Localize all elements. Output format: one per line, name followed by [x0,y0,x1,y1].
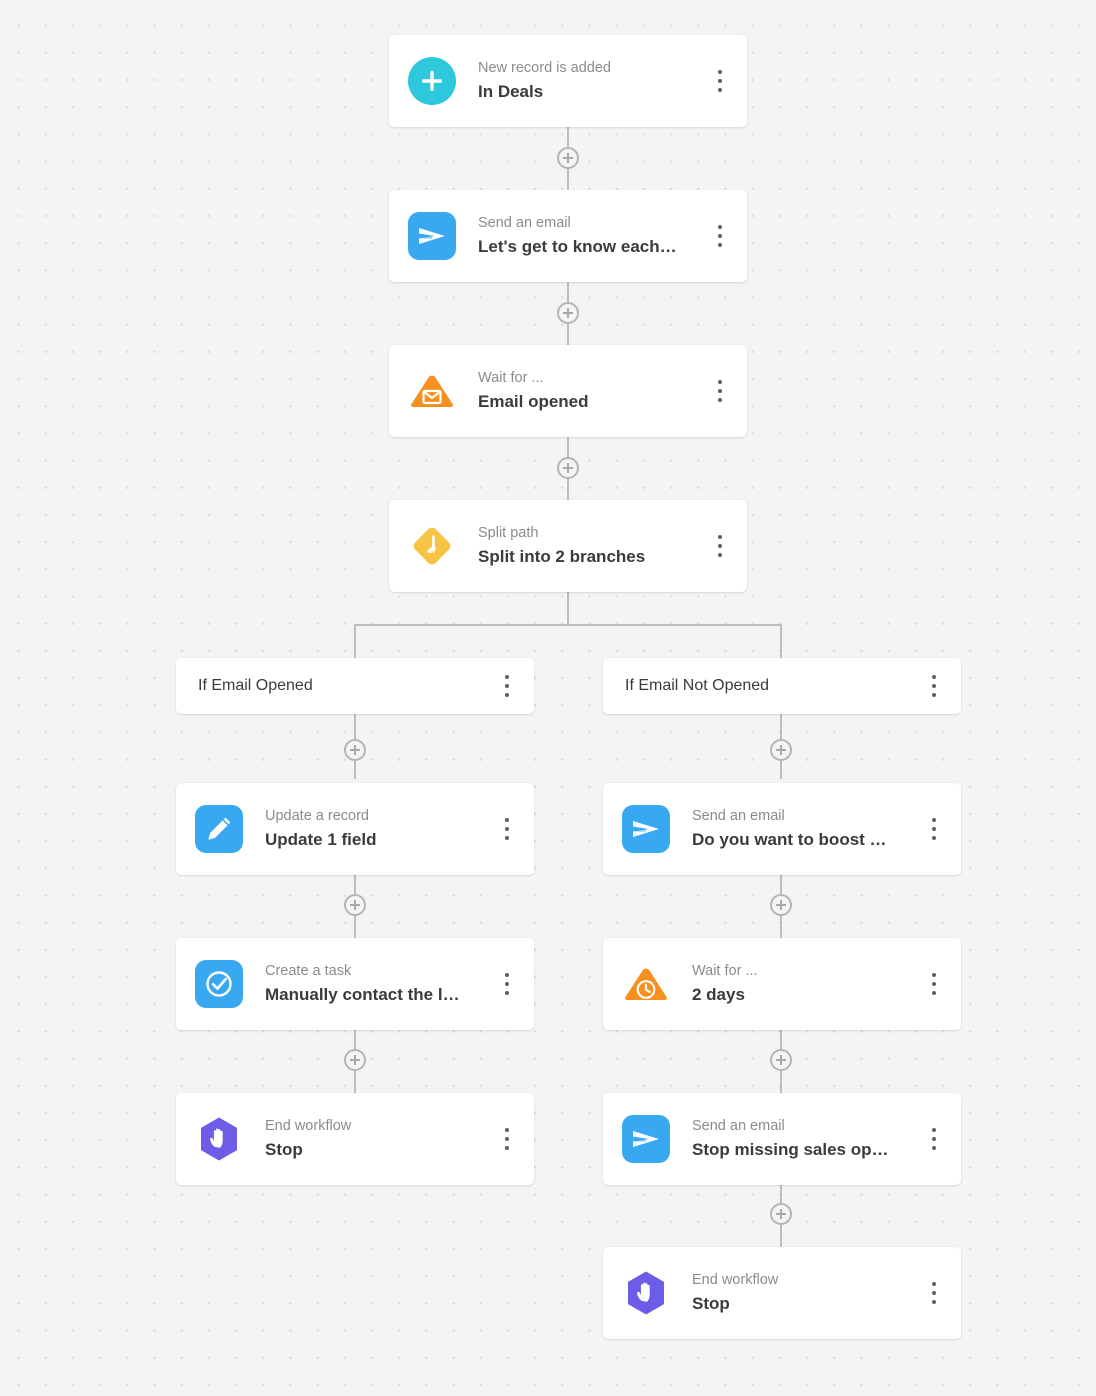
node-title: Update 1 field [265,830,377,850]
add-step-button-3[interactable] [557,457,579,479]
node-title: Do you want to boost … [692,830,887,850]
envelope-triangle-icon [408,367,456,415]
send-email-icon [622,805,670,853]
node-menu-icon[interactable] [494,813,520,845]
plus-circle-icon [408,57,456,105]
connector-split-to-left-branch [354,624,356,659]
add-step-button-right-4[interactable] [770,1203,792,1225]
stop-hand-icon [622,1269,670,1317]
node-text-block: End workflow Stop [265,1117,494,1160]
node-menu-icon[interactable] [921,1123,947,1155]
node-title: Manually contact the l… [265,985,460,1005]
node-text-block: End workflow Stop [692,1271,921,1314]
node-subtitle: Create a task [265,963,352,980]
workflow-node-send-email-3[interactable]: Send an email Stop missing sales op… [603,1093,961,1185]
node-title: Split into 2 branches [478,547,646,567]
add-step-button-left-2[interactable] [344,894,366,916]
node-menu-icon[interactable] [921,1277,947,1309]
workflow-node-wait-email-opened[interactable]: Wait for ... Email opened [389,345,747,437]
node-text-block: Send an email Do you want to boost … [692,807,921,850]
workflow-node-split-path[interactable]: Split path Split into 2 branches [389,500,747,592]
node-text-block: Send an email Stop missing sales op… [692,1117,921,1160]
node-title: Email opened [478,392,589,412]
node-menu-icon[interactable] [921,968,947,1000]
branch-text-block: If Email Not Opened [625,676,921,695]
node-text-block: Create a task Manually contact the l… [265,962,494,1005]
node-title: Stop missing sales op… [692,1140,889,1160]
node-text-block: Send an email Let's get to know each… [478,214,707,257]
node-menu-icon[interactable] [494,1123,520,1155]
node-subtitle: Send an email [478,215,571,232]
pencil-icon [195,805,243,853]
node-menu-icon[interactable] [494,968,520,1000]
branch-menu-icon[interactable] [921,670,947,702]
connector-split-stem [567,592,569,625]
add-step-button-left-3[interactable] [344,1049,366,1071]
node-title: 2 days [692,985,745,1005]
add-step-button-right-2[interactable] [770,894,792,916]
clock-triangle-icon [622,960,670,1008]
workflow-node-create-task[interactable]: Create a task Manually contact the l… [176,938,534,1030]
add-step-button-right-3[interactable] [770,1049,792,1071]
node-subtitle: Wait for ... [478,370,544,387]
workflow-node-end-right[interactable]: End workflow Stop [603,1247,961,1339]
branch-title: If Email Not Opened [625,677,770,695]
send-email-icon [622,1115,670,1163]
add-step-button-1[interactable] [557,147,579,169]
node-text-block: Wait for ... Email opened [478,369,707,412]
workflow-node-send-email-1[interactable]: Send an email Let's get to know each… [389,190,747,282]
workflow-canvas: New record is added In Deals Send an ema… [0,0,1096,1396]
workflow-node-trigger[interactable]: New record is added In Deals [389,35,747,127]
node-subtitle: End workflow [692,1272,779,1289]
workflow-node-wait-2-days[interactable]: Wait for ... 2 days [603,938,961,1030]
node-text-block: Split path Split into 2 branches [478,524,707,567]
node-title: Let's get to know each… [478,237,677,257]
node-subtitle: Update a record [265,808,369,825]
node-subtitle: New record is added [478,60,611,77]
workflow-node-send-email-2[interactable]: Send an email Do you want to boost … [603,783,961,875]
workflow-node-update-record[interactable]: Update a record Update 1 field [176,783,534,875]
connector-split-to-right-branch [780,624,782,659]
node-text-block: Wait for ... 2 days [692,962,921,1005]
workflow-branch-if-email-opened[interactable]: If Email Opened [176,658,534,714]
node-menu-icon[interactable] [921,813,947,845]
add-step-button-left-1[interactable] [344,739,366,761]
node-subtitle: Wait for ... [692,963,758,980]
node-text-block: New record is added In Deals [478,59,707,102]
node-subtitle: End workflow [265,1118,352,1135]
node-menu-icon[interactable] [707,220,733,252]
node-subtitle: Send an email [692,808,785,825]
split-path-icon [408,522,456,570]
branch-menu-icon[interactable] [494,670,520,702]
node-title: Stop [265,1140,303,1160]
workflow-node-end-left[interactable]: End workflow Stop [176,1093,534,1185]
check-circle-icon [195,960,243,1008]
branch-title: If Email Opened [198,677,313,695]
node-subtitle: Send an email [692,1118,785,1135]
node-menu-icon[interactable] [707,530,733,562]
connector-split-crossbar [354,624,782,626]
stop-hand-icon [195,1115,243,1163]
add-step-button-right-1[interactable] [770,739,792,761]
node-title: In Deals [478,82,544,102]
send-email-icon [408,212,456,260]
node-menu-icon[interactable] [707,65,733,97]
node-text-block: Update a record Update 1 field [265,807,494,850]
node-title: Stop [692,1294,730,1314]
node-menu-icon[interactable] [707,375,733,407]
branch-text-block: If Email Opened [198,676,494,695]
add-step-button-2[interactable] [557,302,579,324]
workflow-branch-if-email-not-opened[interactable]: If Email Not Opened [603,658,961,714]
node-subtitle: Split path [478,525,539,542]
